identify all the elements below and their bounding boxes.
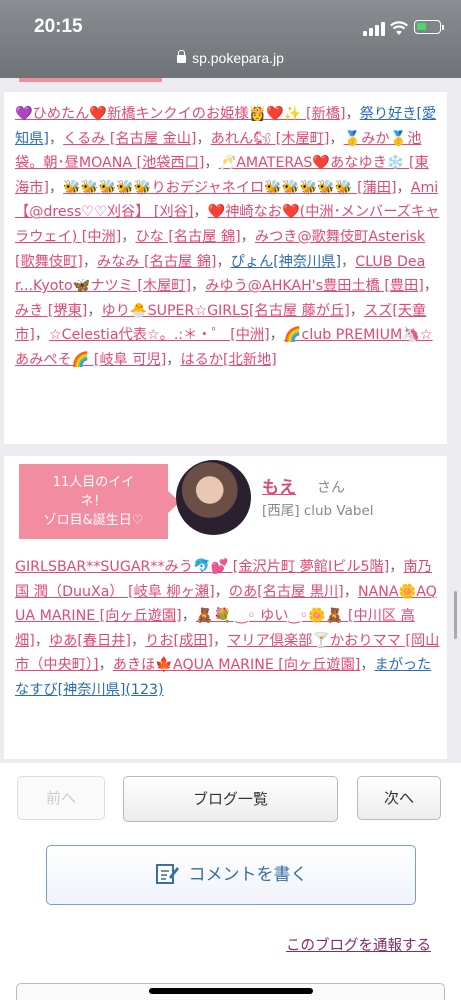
- signal-icon: [363, 22, 385, 36]
- blog-list-button[interactable]: ブログ一覧: [123, 776, 338, 822]
- liker-link[interactable]: 🐝🐝🐝🐝🐝りおデジャネイロ🐝🐝🐝🐝🐝 [蒲田]: [63, 180, 396, 196]
- liker-link[interactable]: ゆあ[春日井]: [49, 633, 131, 649]
- honorific: さん: [317, 480, 345, 496]
- separator: ，: [34, 632, 49, 649]
- separator: ，: [349, 302, 364, 319]
- user-place: [西尾] club Vabel: [262, 503, 374, 519]
- likes-card: 💜ひめたん❤️新橋キンクイのお姫様👸❤️✨ [新橋]，祭り好き[愛知県]，くるみ…: [4, 92, 447, 444]
- separator: ，: [212, 632, 228, 649]
- separator: ，: [82, 253, 98, 270]
- separator: ，: [341, 253, 356, 270]
- separator: ，: [329, 130, 344, 147]
- lock-icon: [177, 50, 187, 63]
- separator: ，: [389, 559, 404, 575]
- battery-icon: [414, 20, 444, 34]
- separator: ，: [130, 632, 146, 649]
- pencil-icon: [155, 864, 179, 884]
- liker-link[interactable]: みなみ [名古屋 錦]: [97, 254, 216, 270]
- wifi-icon: [390, 21, 408, 35]
- scrollbar[interactable]: [454, 591, 457, 639]
- section-tab-edge: [19, 78, 162, 82]
- separator: ，: [360, 657, 375, 674]
- separator: ，: [343, 583, 358, 600]
- address-bar[interactable]: sp.pokepara.jp: [0, 50, 461, 66]
- badge-line: ネ！: [80, 494, 107, 509]
- badge-line: ゾロ目&誕生日♡: [43, 513, 144, 528]
- liker-link[interactable]: くるみ [名古屋 金山]: [63, 131, 196, 147]
- likes-card-2: GIRLSBAR**SUGAR**みう🐬💕 [金沢片町 夢館Ⅰビル5階]，南乃国…: [4, 551, 447, 759]
- separator: ，: [214, 583, 229, 600]
- separator: ，: [423, 278, 438, 295]
- user-name-link[interactable]: もえ: [262, 473, 296, 498]
- separator: ，: [216, 253, 231, 270]
- liker-link[interactable]: あきほ🍁AQUA MARINE [向ヶ丘遊園]: [113, 657, 361, 673]
- status-bar: 20:15 sp.pokepara.jp: [0, 0, 461, 78]
- liker-link[interactable]: りお[成田]: [145, 633, 213, 649]
- separator: ，: [240, 228, 255, 245]
- liker-link[interactable]: はるか[北新地]: [180, 352, 276, 368]
- likes-list: 💜ひめたん❤️新橋キンクイのお姫様👸❤️✨ [新橋]，祭り好き[愛知県]，くるみ…: [15, 102, 440, 373]
- write-comment-button[interactable]: コメントを書く: [46, 845, 416, 905]
- liker-link[interactable]: のあ[名古屋 黒川]: [229, 584, 344, 600]
- likes-list: GIRLSBAR**SUGAR**みう🐬💕 [金沢片町 夢館Ⅰビル5階]，南乃国…: [15, 555, 440, 703]
- prev-button[interactable]: 前へ: [17, 776, 105, 820]
- status-time: 20:15: [34, 16, 83, 37]
- separator: ，: [193, 204, 208, 221]
- url-text: sp.pokepara.jp: [192, 50, 284, 66]
- liker-link[interactable]: GIRLSBAR**SUGAR**みう🐬💕 [金沢片町 夢館Ⅰビル5階]: [15, 559, 389, 575]
- separator: ，: [181, 608, 196, 625]
- separator: ，: [196, 130, 211, 147]
- liker-link[interactable]: みゆう@AHKAH's豊田土橋 [豊田]: [205, 278, 424, 294]
- comment-label: コメントを書く: [188, 865, 308, 885]
- badge-line: 11人目のイイ: [52, 475, 135, 490]
- liker-link[interactable]: ☆Celestia代表☆。.:＊・゜ [中洲]: [49, 327, 270, 343]
- highlight-card: 11人目のイイ ネ！ ゾロ目&誕生日♡ もえ さん [西尾] club Vabe…: [4, 456, 447, 551]
- liker-link[interactable]: あれん🐿 [木屋町]: [211, 131, 330, 147]
- separator: ，: [48, 130, 64, 147]
- liker-link[interactable]: みき [堺東]: [15, 303, 87, 319]
- home-indicator: [149, 988, 313, 994]
- liker-link[interactable]: ゆり🐣SUPER☆GIRLS[名古屋 藤が丘]: [102, 303, 350, 319]
- liker-link[interactable]: ひな [名古屋 錦]: [135, 229, 240, 245]
- next-button[interactable]: 次へ: [357, 776, 441, 820]
- separator: ，: [34, 327, 49, 344]
- blog-nav: 前へ ブログ一覧 次へ コメントを書く このブログを通報する: [0, 763, 461, 1000]
- separator: ，: [166, 351, 181, 368]
- separator: ，: [98, 657, 113, 674]
- separator: ，: [345, 106, 360, 122]
- avatar[interactable]: [176, 460, 251, 535]
- liker-link[interactable]: (123): [125, 682, 163, 698]
- liker-link[interactable]: ぴょん[神奈川県]: [231, 254, 341, 270]
- separator: ，: [269, 327, 284, 344]
- separator: ，: [396, 179, 411, 196]
- separator: ，: [204, 155, 219, 172]
- separator: ，: [121, 228, 136, 245]
- liker-link[interactable]: 💜ひめたん❤️新橋キンクイのお姫様👸❤️✨ [新橋]: [15, 106, 345, 122]
- separator: ，: [87, 302, 102, 319]
- separator: ，: [48, 179, 64, 196]
- separator: ，: [191, 278, 206, 295]
- milestone-badge: 11人目のイイ ネ！ ゾロ目&誕生日♡: [19, 464, 180, 539]
- report-link[interactable]: このブログを通報する: [286, 934, 431, 955]
